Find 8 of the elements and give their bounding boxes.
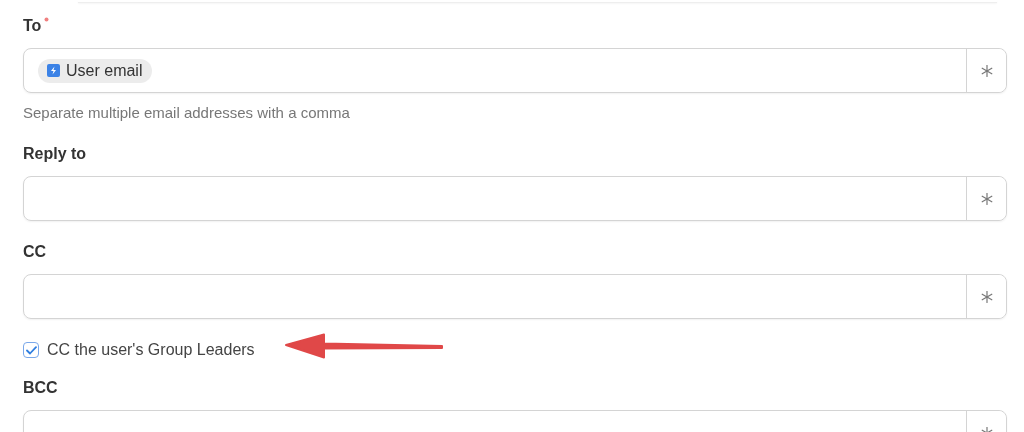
field-label: BCC bbox=[23, 378, 58, 398]
field-label: CC bbox=[23, 242, 47, 262]
helper-text: Separate multiple email addresses with a comma bbox=[23, 103, 351, 123]
field-label: To bbox=[23, 16, 42, 36]
checkbox-label: CC the user's Group Leaders bbox=[47, 341, 255, 359]
variable-tag[interactable]: User email bbox=[38, 58, 153, 83]
input-field[interactable]: User email bbox=[23, 48, 1007, 93]
field-label: Reply to bbox=[23, 144, 87, 164]
